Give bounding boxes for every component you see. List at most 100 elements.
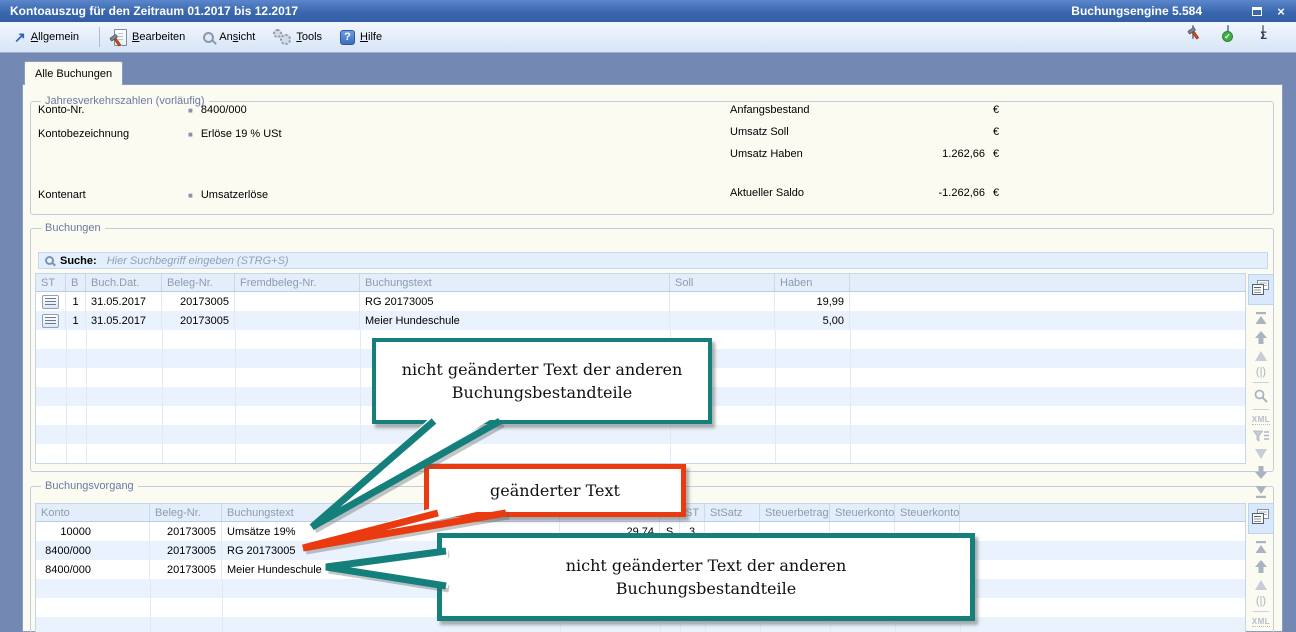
column-header-belegnr[interactable]: Beleg-Nr. bbox=[162, 274, 235, 291]
column-header-belegnr[interactable]: Beleg-Nr. bbox=[150, 504, 222, 521]
gears-icon bbox=[273, 29, 291, 45]
move-up-icon[interactable] bbox=[1254, 350, 1268, 362]
menu-separator bbox=[99, 27, 100, 47]
currency-label: € bbox=[993, 126, 999, 138]
column-header-konto[interactable]: Konto bbox=[36, 504, 150, 521]
scroll-up-icon[interactable] bbox=[1254, 560, 1268, 573]
kontenart-value: Umsatzerlöse bbox=[201, 189, 268, 201]
menu-ansicht-label: Ansicht bbox=[219, 31, 255, 43]
transaction-side-toolbar: (|) XML bbox=[1248, 503, 1274, 629]
fit-columns-icon[interactable]: (|) bbox=[1256, 595, 1266, 607]
menu-hilfe[interactable]: ? Hilfe bbox=[340, 30, 382, 45]
konto-nr-value: 8400/000 bbox=[201, 104, 247, 116]
menu-ansicht[interactable]: Ansicht bbox=[203, 31, 255, 43]
currency-label: € bbox=[993, 104, 999, 116]
move-up-icon[interactable] bbox=[1254, 579, 1268, 591]
column-header-b[interactable]: B bbox=[66, 274, 86, 291]
field-umsatz-soll: Umsatz Soll€ bbox=[730, 126, 999, 138]
document-hammer-icon bbox=[1192, 25, 1194, 39]
xml-export-icon[interactable]: XML bbox=[1252, 617, 1270, 627]
menu-allgemein-label: Allgemein bbox=[31, 31, 79, 43]
restore-icon bbox=[1252, 7, 1262, 16]
column-header-steuerkonto1[interactable]: Steuerkonto 1 bbox=[830, 504, 895, 521]
column-header-steuerkonto2[interactable]: Steuerkonto 2 bbox=[895, 504, 960, 521]
edit-booking-button[interactable] bbox=[1192, 26, 1212, 48]
document-check-icon: ✓ bbox=[1227, 25, 1229, 39]
umsatz-haben-value: 1.262,66 bbox=[860, 148, 985, 160]
column-header-soll[interactable]: Soll bbox=[670, 274, 775, 291]
booking-detail-icon[interactable] bbox=[42, 295, 59, 309]
kontobezeichnung-value: Erlöse 19 % USt bbox=[201, 128, 282, 140]
edit-document-icon bbox=[114, 29, 127, 46]
hammer-icon bbox=[106, 31, 125, 50]
toolbar-right: ✓ Σ bbox=[1192, 26, 1282, 48]
scroll-down-icon[interactable] bbox=[1254, 466, 1268, 479]
search-icon bbox=[45, 256, 54, 265]
arrow-ne-icon: ↗ bbox=[14, 30, 26, 44]
aktueller-saldo-value: -1.262,66 bbox=[860, 187, 985, 199]
field-umsatz-haben: Umsatz Haben1.262,66€ bbox=[730, 148, 999, 160]
restore-button[interactable] bbox=[1248, 3, 1266, 19]
field-aktueller-saldo: Aktueller Saldo-1.262,66€ bbox=[730, 187, 999, 199]
field-konto-nr: Konto-Nr.■8400/000 bbox=[38, 104, 247, 116]
scroll-to-top-icon[interactable] bbox=[1254, 541, 1268, 554]
help-icon: ? bbox=[340, 30, 355, 45]
divider bbox=[1253, 382, 1269, 383]
search-icon[interactable] bbox=[1254, 389, 1268, 403]
tab-alle-buchungen[interactable]: Alle Buchungen bbox=[24, 61, 123, 85]
confirm-booking-button[interactable]: ✓ bbox=[1227, 26, 1247, 48]
bullet-icon: ■ bbox=[188, 130, 193, 139]
bookings-side-toolbar: (|) XML bbox=[1248, 274, 1274, 501]
menu-bearbeiten[interactable]: Bearbeiten bbox=[114, 29, 185, 46]
menu-tools-label: Tools bbox=[296, 31, 322, 43]
filter-icon[interactable] bbox=[1253, 430, 1269, 442]
magnifier-icon bbox=[203, 32, 214, 43]
column-header-haben[interactable]: Haben bbox=[775, 274, 850, 291]
currency-label: € bbox=[993, 148, 999, 160]
divider bbox=[1253, 409, 1269, 410]
column-header-buchdat[interactable]: Buch.Dat. bbox=[86, 274, 162, 291]
booking-row[interactable]: 1 31.05.2017 20173005 RG 20173005 19,99 bbox=[36, 292, 1245, 311]
menu-allgemein[interactable]: ↗ Allgemein bbox=[14, 30, 79, 44]
menu-bar: ↗ Allgemein Bearbeiten Ansicht Tools ? H… bbox=[0, 22, 1296, 53]
fit-columns-icon[interactable]: (|) bbox=[1256, 366, 1266, 378]
booking-row[interactable]: 1 31.05.2017 20173005 Meier Hundeschule … bbox=[36, 311, 1245, 330]
search-label: Suche: bbox=[60, 255, 97, 267]
callout-changed-text: geänderter Text bbox=[424, 464, 686, 517]
column-chooser-icon[interactable] bbox=[1248, 274, 1274, 305]
groupbox-title: Buchungsvorgang bbox=[41, 480, 138, 492]
title-bar: Kontoauszug für den Zeitraum 01.2017 bis… bbox=[0, 0, 1296, 22]
column-header-steuerbetrag[interactable]: Steuerbetrag bbox=[760, 504, 830, 521]
column-header-fremdbelegnr[interactable]: Fremdbeleg-Nr. bbox=[235, 274, 360, 291]
column-header-filler bbox=[850, 274, 1245, 291]
column-header-buchungstext[interactable]: Buchungstext bbox=[360, 274, 670, 291]
sum-document-button[interactable]: Σ bbox=[1262, 26, 1282, 48]
application-window: Kontoauszug für den Zeitraum 01.2017 bis… bbox=[0, 0, 1296, 632]
scroll-up-icon[interactable] bbox=[1254, 331, 1268, 344]
column-header-filler bbox=[960, 504, 1245, 521]
field-anfangsbestand: Anfangsbestand€ bbox=[730, 104, 999, 116]
xml-export-icon[interactable]: XML bbox=[1252, 415, 1270, 425]
callout-unchanged-text-bottom: nicht geänderter Text der anderen Buchun… bbox=[437, 533, 975, 621]
window-title: Kontoauszug für den Zeitraum 01.2017 bis… bbox=[0, 4, 298, 18]
groupbox-title: Buchungen bbox=[41, 222, 105, 234]
currency-label: € bbox=[993, 187, 999, 199]
search-bar: Suche: bbox=[38, 252, 1268, 269]
search-input[interactable] bbox=[105, 254, 1263, 268]
callout-unchanged-text-top: nicht geänderter Text der anderen Buchun… bbox=[372, 338, 712, 424]
menu-tools[interactable]: Tools bbox=[273, 29, 322, 45]
bullet-icon: ■ bbox=[188, 106, 193, 115]
menu-bearbeiten-label: Bearbeiten bbox=[132, 31, 185, 43]
move-down-icon[interactable] bbox=[1254, 448, 1268, 460]
scroll-to-bottom-icon[interactable] bbox=[1254, 485, 1268, 498]
bullet-icon: ■ bbox=[188, 191, 193, 200]
close-button[interactable]: × bbox=[1272, 3, 1290, 19]
document-sigma-icon: Σ bbox=[1262, 25, 1264, 39]
column-header-stsatz[interactable]: StSatz bbox=[705, 504, 760, 521]
menu-hilfe-label: Hilfe bbox=[360, 31, 382, 43]
booking-detail-icon[interactable] bbox=[42, 314, 59, 328]
close-icon: × bbox=[1277, 5, 1285, 18]
column-chooser-icon[interactable] bbox=[1248, 503, 1274, 534]
scroll-to-top-icon[interactable] bbox=[1254, 312, 1268, 325]
column-header-st[interactable]: ST bbox=[36, 274, 66, 291]
